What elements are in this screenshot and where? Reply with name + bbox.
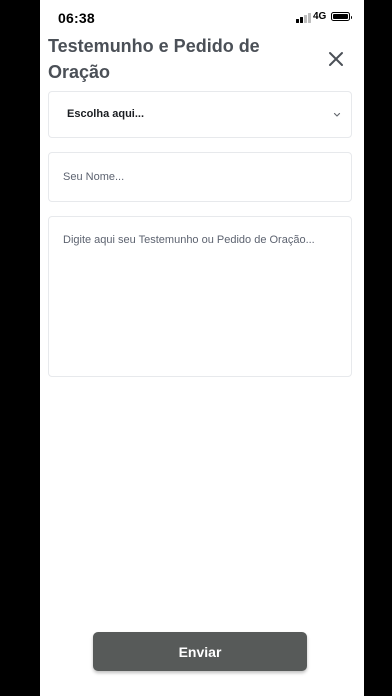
network-label: 4G (313, 11, 327, 22)
name-field (48, 152, 352, 202)
type-select-value: Escolha aqui... (67, 108, 145, 120)
message-textarea[interactable] (63, 231, 339, 361)
status-time: 06:38 (58, 10, 95, 26)
close-icon (329, 52, 343, 66)
submit-button[interactable]: Enviar (93, 632, 307, 671)
name-input[interactable] (63, 167, 333, 187)
chevron-down-icon (333, 112, 341, 117)
message-field (48, 216, 352, 377)
app-screen: 06:38 4G Testemunho e Pedido de Oração E… (40, 0, 364, 696)
status-bar: 06:38 4G (40, 0, 364, 34)
type-select[interactable]: Escolha aqui... (48, 91, 352, 138)
signal-icon (296, 13, 312, 23)
page-title: Testemunho e Pedido de Oração (48, 36, 260, 82)
battery-icon (331, 12, 352, 21)
close-button[interactable] (324, 47, 348, 71)
